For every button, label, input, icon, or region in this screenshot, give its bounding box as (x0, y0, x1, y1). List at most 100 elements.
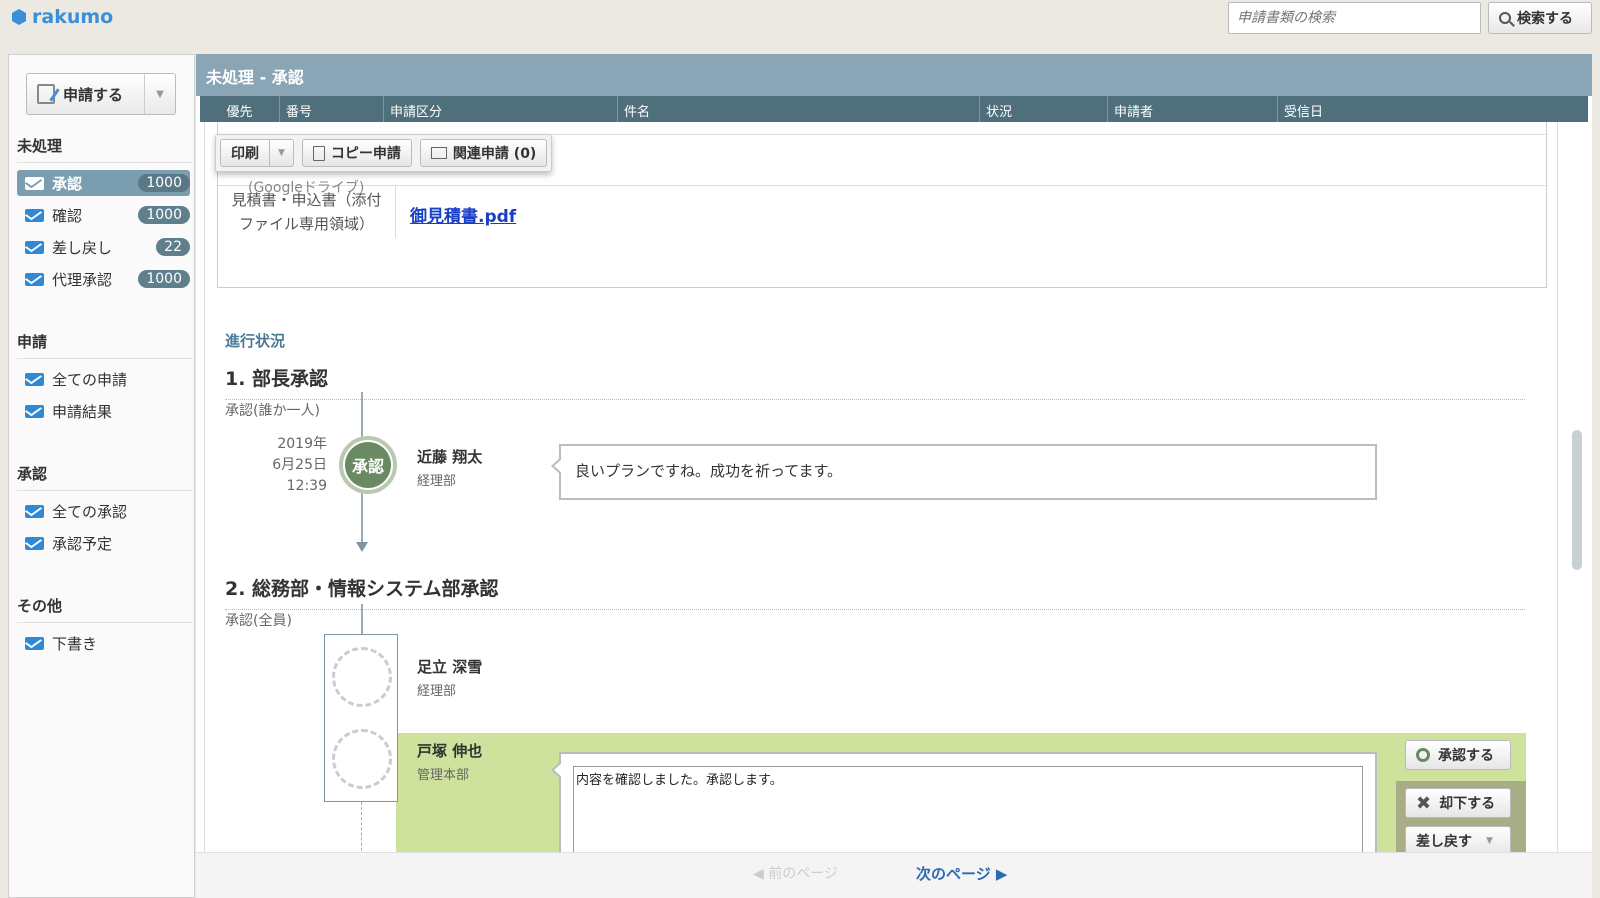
approve-circle-icon (1416, 748, 1430, 762)
attachment-label-line1: 見積書・申込書（添付 (231, 191, 382, 209)
approver-dept: 経理部 (417, 684, 457, 699)
copy-request-label: コピー申請 (330, 146, 401, 162)
apply-button-label: 申請する (63, 85, 124, 104)
approver-dept: 経理部 (417, 474, 457, 489)
pending-stamp-placeholder (332, 647, 392, 707)
approve-button-label: 承認する (1438, 748, 1494, 764)
next-page-link[interactable]: 次のページ ▶ (916, 863, 1007, 884)
column-priority[interactable]: 優先 (200, 96, 280, 122)
attachment-file-link[interactable]: 御見積書.pdf (410, 202, 516, 227)
mail-icon (25, 636, 44, 650)
top-bar: rakumo 検索する (0, 0, 1600, 52)
chevron-down-icon: ▼ (156, 88, 164, 100)
sidebar-item-label: 確認 (52, 206, 83, 225)
column-number[interactable]: 番号 (280, 96, 384, 122)
send-back-button-label: 差し戻す (1416, 834, 1472, 850)
parallel-approvers-group (324, 634, 398, 802)
print-split-button: 印刷 ▼ (220, 139, 294, 167)
sidebar-item-label: 全ての承認 (52, 502, 128, 521)
sidebar-item-label: 承認 (52, 174, 83, 193)
approver-name: 戸塚 伸也 (417, 742, 483, 760)
column-status[interactable]: 状況 (980, 96, 1108, 122)
section-title-other: その他 (17, 595, 192, 623)
edit-document-icon (37, 84, 55, 104)
main-panel: 未処理 - 承認 優先 番号 申請区分 件名 状況 申請者 受信日 (Googl… (196, 54, 1592, 898)
mail-icon (25, 372, 44, 386)
sidebar-item-label: 承認予定 (52, 534, 113, 553)
scroll-thumb[interactable] (1572, 430, 1582, 570)
mail-icon (25, 208, 44, 222)
sidebar-item-proxy-approval[interactable]: 代理承認 1000 (17, 266, 190, 292)
column-subject[interactable]: 件名 (618, 96, 980, 122)
attachment-field-label: 見積書・申込書（添付 ファイル専用領域） (218, 186, 396, 238)
section-title-approvals: 承認 (17, 463, 192, 491)
section-title-pending: 未処理 (17, 135, 192, 163)
page-title: 未処理 - 承認 (196, 54, 1592, 96)
chevron-down-icon: ▼ (1486, 836, 1493, 846)
request-detail: (Googleドライブ) 見積書・申込書（添付 ファイル専用領域） 御見積書.p… (204, 122, 1558, 898)
column-applicant[interactable]: 申請者 (1108, 96, 1278, 122)
chevron-down-icon: ▼ (278, 148, 285, 158)
copy-request-button[interactable]: コピー申請 (301, 139, 412, 167)
apply-button[interactable]: 申請する (27, 74, 145, 114)
apply-dropdown-button[interactable]: ▼ (145, 89, 175, 100)
search-icon (1499, 12, 1511, 24)
prev-page-link: ◀ 前のページ (753, 866, 838, 882)
approval-year: 2019年 (277, 436, 327, 452)
search-button[interactable]: 検索する (1488, 2, 1592, 34)
step2-rule: 承認(全員) (225, 613, 292, 629)
print-button[interactable]: 印刷 (220, 139, 270, 167)
action-toolbar: 印刷 ▼ コピー申請 関連申請 (0) (215, 134, 553, 172)
sidebar-item-label: 差し戻し (52, 238, 113, 257)
column-received-date[interactable]: 受信日 (1278, 96, 1588, 122)
approval-time: 12:39 (286, 478, 327, 494)
sidebar-item-confirm[interactable]: 確認 1000 (17, 202, 190, 228)
pagination: ◀ 前のページ 次のページ ▶ (196, 852, 1592, 898)
sidebar-item-sent-back[interactable]: 差し戻し 22 (17, 234, 190, 260)
sidebar-item-drafts[interactable]: 下書き (17, 630, 190, 656)
mail-icon (25, 536, 44, 550)
approved-stamp: 承認 (339, 436, 397, 494)
sidebar-item-application-results[interactable]: 申請結果 (17, 398, 190, 424)
scrollbar[interactable] (1570, 122, 1586, 852)
sidebar-item-label: 申請結果 (52, 402, 113, 421)
step1-rule: 承認(誰か一人) (225, 403, 320, 419)
related-requests-button[interactable]: 関連申請 (0) (419, 139, 548, 167)
print-dropdown-button[interactable]: ▼ (270, 139, 294, 167)
rakumo-logo[interactable]: rakumo (12, 6, 113, 28)
related-requests-label: 関連申請 (0) (452, 146, 537, 162)
pending-stamp-placeholder (332, 729, 392, 789)
reject-button[interactable]: ✖ 却下する (1405, 788, 1511, 818)
logo-text: rakumo (32, 6, 114, 28)
timeline-line (361, 604, 363, 634)
approve-button[interactable]: 承認する (1405, 740, 1511, 770)
sidebar-item-approval[interactable]: 承認 1000 (17, 170, 190, 196)
progress-section-title: 進行状況 (225, 332, 286, 350)
sidebar-item-label: 下書き (52, 634, 98, 653)
comment-textarea[interactable]: 内容を確認しました。承認します。 (573, 766, 1363, 854)
sidebar-item-all-applications[interactable]: 全ての申請 (17, 366, 190, 392)
search-input[interactable] (1228, 2, 1481, 34)
search-button-label: 検索する (1517, 11, 1573, 27)
count-badge: 22 (156, 238, 190, 256)
document-icon (312, 145, 325, 161)
close-icon: ✖ (1416, 792, 1432, 814)
sidebar-item-label: 代理承認 (52, 270, 113, 289)
sidebar-item-scheduled-approvals[interactable]: 承認予定 (17, 530, 190, 556)
sidebar: 申請する ▼ 未処理 承認 1000 確認 1000 差し戻し 22 代理承認 … (8, 54, 195, 898)
mail-icon (25, 176, 44, 190)
sidebar-item-label: 全ての申請 (52, 370, 128, 389)
attachment-label-line2: ファイル専用領域） (238, 215, 374, 233)
section-title-applications: 申請 (17, 331, 192, 359)
approver-dept: 管理本部 (417, 768, 470, 783)
step2-title: 2. 総務部・情報システム部承認 (225, 574, 1525, 610)
column-category[interactable]: 申請区分 (384, 96, 618, 122)
approval-comment: 良いプランですね。成功を祈ってます。 (551, 444, 1377, 500)
related-link-icon (430, 147, 447, 159)
sidebar-item-all-approvals[interactable]: 全ての承認 (17, 498, 190, 524)
mail-icon (25, 240, 44, 254)
approval-timestamp: 2019年 6月25日 12:39 (255, 434, 327, 497)
list-column-header: 優先 番号 申請区分 件名 状況 申請者 受信日 (200, 96, 1588, 122)
count-badge: 1000 (138, 206, 190, 224)
arrow-down-icon (356, 542, 368, 552)
